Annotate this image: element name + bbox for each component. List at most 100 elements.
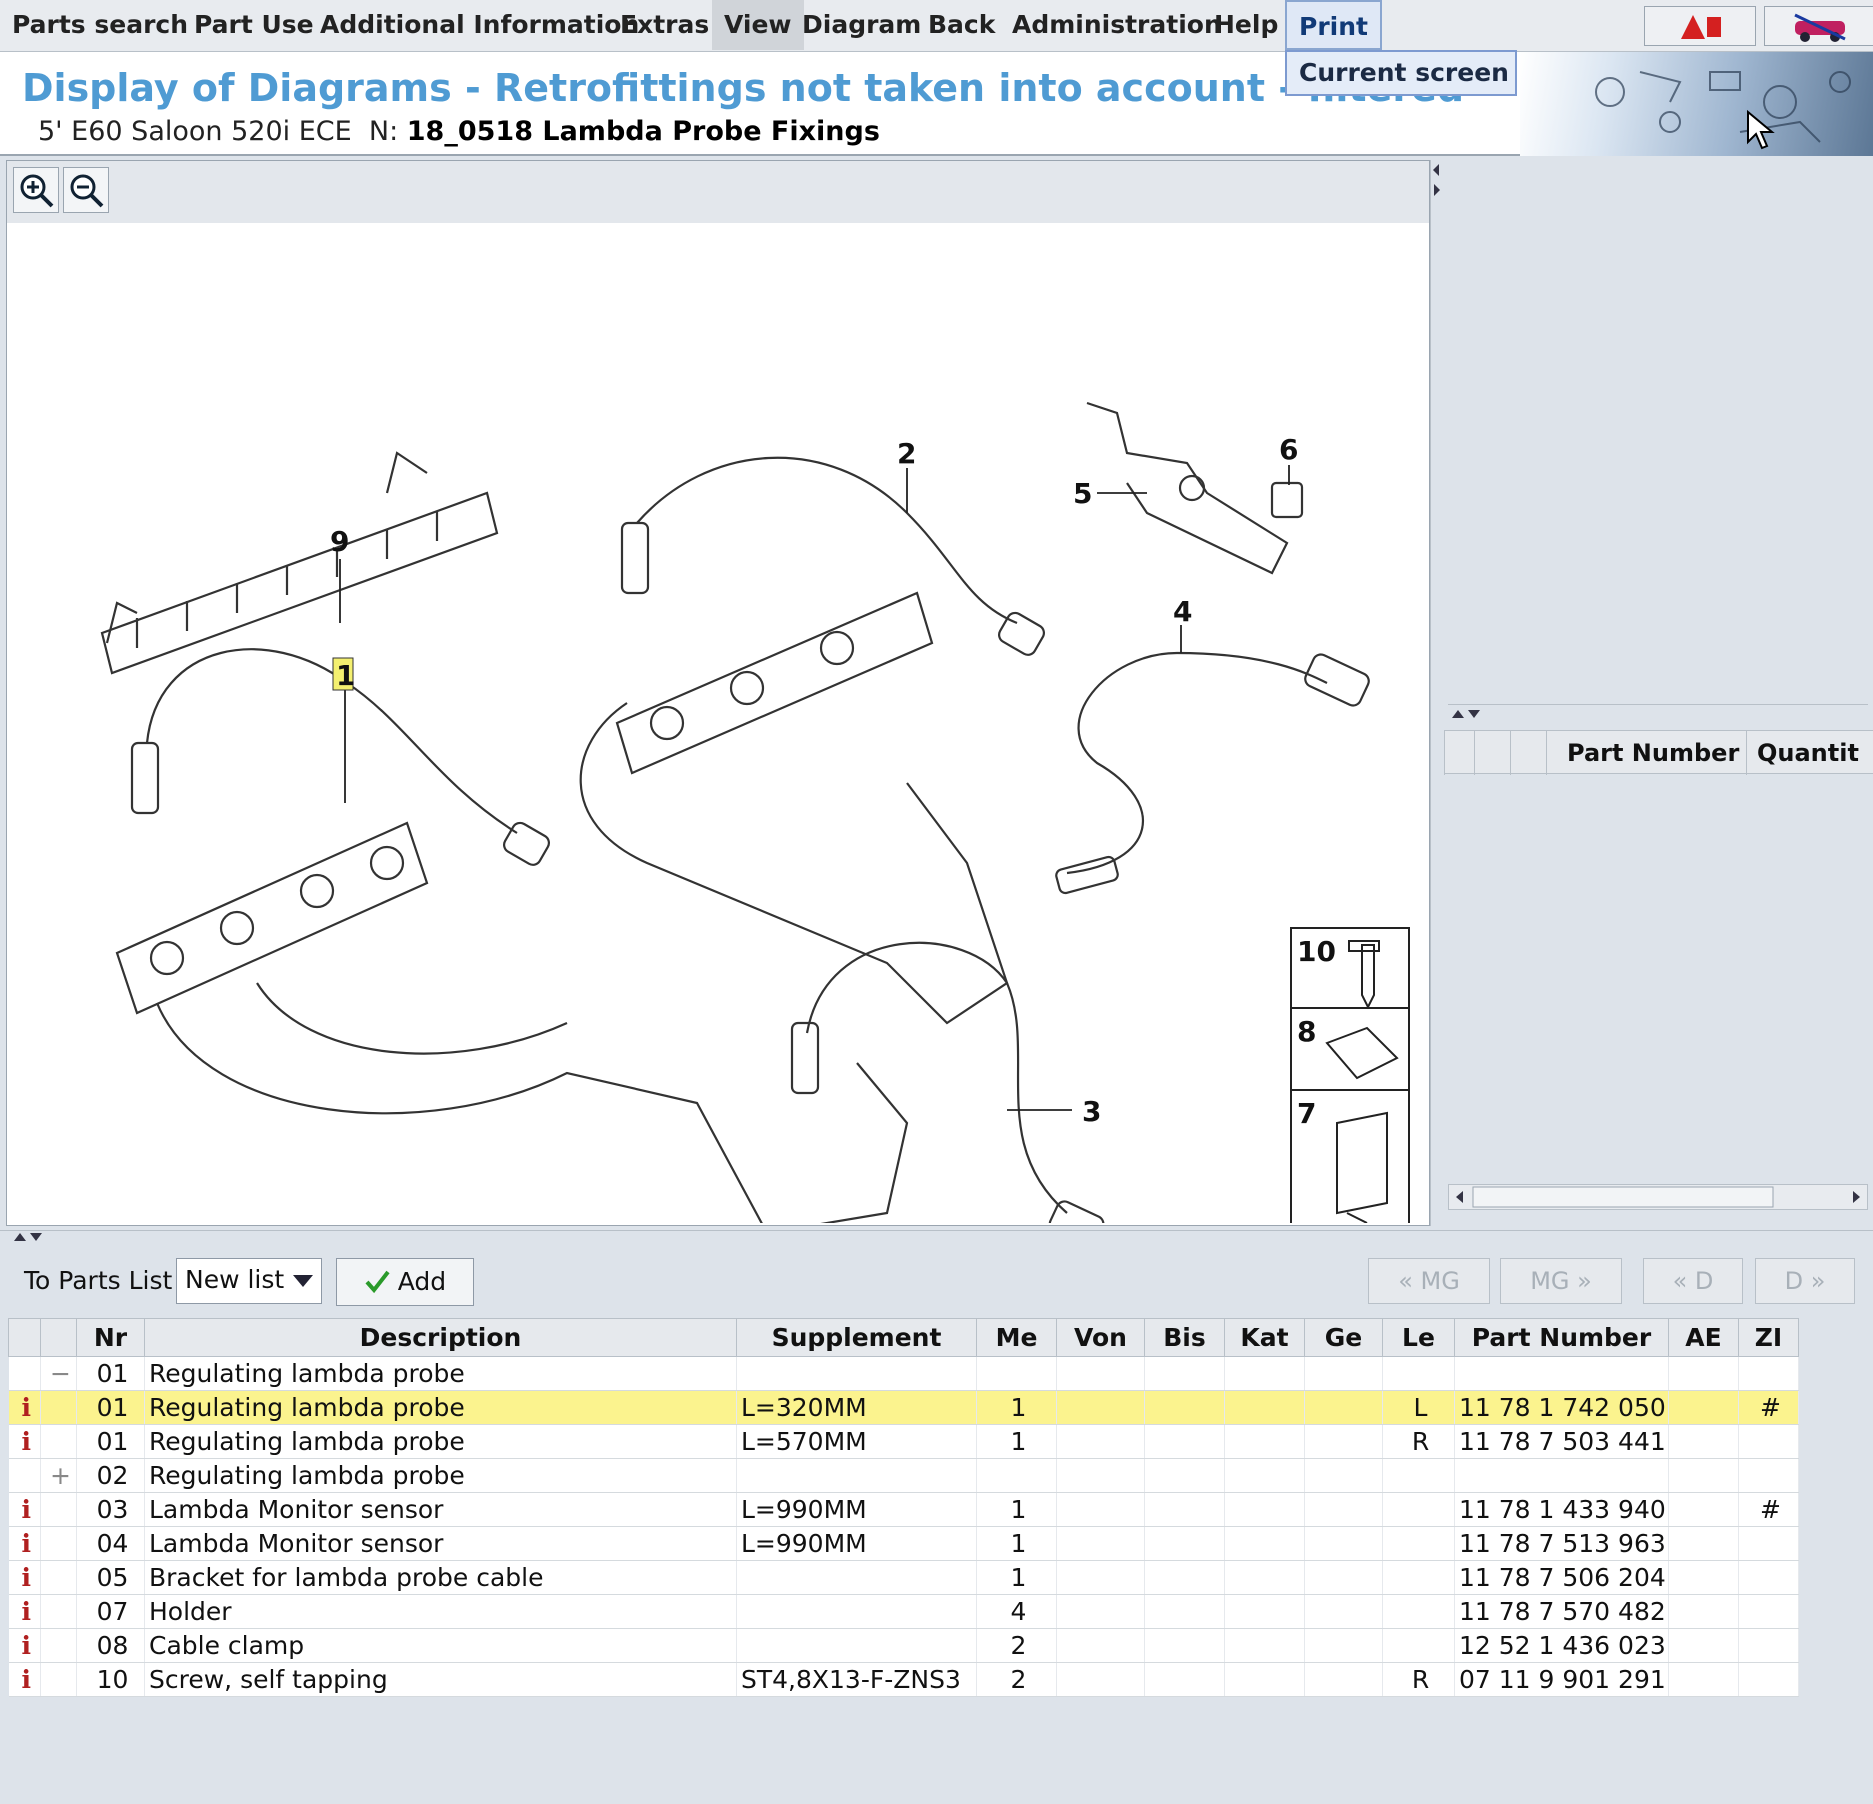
cell-me: 1	[976, 1492, 1057, 1527]
collapse-toggle[interactable]: −	[40, 1356, 77, 1391]
info-icon[interactable]: i	[8, 1560, 41, 1595]
table-row[interactable]: i 04 Lambda Monitor sensor L=990MM 1 11 …	[8, 1526, 1799, 1561]
col-me[interactable]: Me	[976, 1318, 1057, 1357]
info-icon[interactable]: i	[8, 1662, 41, 1697]
menu-part-use[interactable]: Part Use	[182, 0, 326, 50]
info-icon[interactable]: i	[8, 1424, 41, 1459]
info-icon[interactable]: i	[8, 1594, 41, 1629]
callout-5[interactable]: 5	[1073, 477, 1092, 510]
collapse-toggle[interactable]	[40, 1628, 77, 1663]
right-splitter[interactable]	[1448, 704, 1868, 718]
cell-zi	[1738, 1356, 1799, 1391]
callout-1[interactable]: 1	[336, 659, 355, 692]
right-col-blank-3[interactable]	[1510, 731, 1546, 775]
info-icon[interactable]: i	[8, 1628, 41, 1663]
collapse-toggle[interactable]	[40, 1594, 77, 1629]
zoom-in-button[interactable]	[13, 167, 59, 213]
table-row[interactable]: i 01 Regulating lambda probe L=570MM 1 R…	[8, 1424, 1799, 1459]
collapse-toggle[interactable]	[40, 1390, 77, 1425]
info-icon[interactable]	[8, 1356, 41, 1391]
cell-me	[976, 1356, 1057, 1391]
callout-9[interactable]: 9	[330, 525, 349, 558]
warning-flag-icon	[1681, 15, 1721, 39]
table-row[interactable]: + 02 Regulating lambda probe	[8, 1458, 1799, 1493]
menu-diagram[interactable]: Diagram	[790, 0, 933, 50]
vehicle-button[interactable]	[1764, 6, 1873, 46]
group-prefix: N:	[368, 116, 399, 147]
callout-3[interactable]: 3	[1082, 1095, 1101, 1128]
cell-me: 1	[976, 1424, 1057, 1459]
right-col-quantity[interactable]: Quantit	[1746, 731, 1873, 775]
menu-additional-information[interactable]: Additional Information	[308, 0, 651, 50]
parts-diagram[interactable]: 1 2 3 4 5 6 9 10 8 7 00126151	[7, 223, 1429, 1223]
right-col-blank-2[interactable]	[1474, 731, 1510, 775]
warning-flag-button[interactable]	[1644, 6, 1756, 46]
cell-bis	[1144, 1390, 1225, 1425]
car-icon	[1794, 13, 1846, 42]
add-button[interactable]: Add	[336, 1258, 474, 1306]
cell-zi	[1738, 1458, 1799, 1493]
table-row[interactable]: − 01 Regulating lambda probe	[8, 1356, 1799, 1391]
callout-2[interactable]: 2	[897, 437, 916, 470]
info-icon[interactable]: i	[8, 1526, 41, 1561]
right-col-blank-1[interactable]	[1444, 731, 1474, 775]
callout-6[interactable]: 6	[1279, 433, 1298, 466]
table-row[interactable]: i 10 Screw, self tapping ST4,8X13-F-ZNS3…	[8, 1662, 1799, 1697]
table-row[interactable]: i 07 Holder 4 11 78 7 570 482	[8, 1594, 1799, 1629]
prev-main-group-button[interactable]: « MG	[1368, 1258, 1490, 1304]
info-icon[interactable]	[8, 1458, 41, 1493]
zoom-in-icon	[20, 174, 54, 208]
col-supplement[interactable]: Supplement	[736, 1318, 977, 1357]
col-zi[interactable]: ZI	[1738, 1318, 1799, 1357]
expand-toggle[interactable]: +	[40, 1458, 77, 1493]
menu-parts-search[interactable]: Parts search	[0, 0, 200, 50]
cell-zi	[1738, 1424, 1799, 1459]
cell-part-number: 11 78 7 513 963	[1454, 1526, 1669, 1561]
menu-help[interactable]: Help	[1202, 0, 1290, 50]
info-icon[interactable]: i	[8, 1492, 41, 1527]
collapse-toggle[interactable]	[40, 1560, 77, 1595]
table-row[interactable]: i 01 Regulating lambda probe L=320MM 1 L…	[8, 1390, 1799, 1425]
col-part-number[interactable]: Part Number	[1454, 1318, 1669, 1357]
table-row[interactable]: i 05 Bracket for lambda probe cable 1 11…	[8, 1560, 1799, 1595]
col-nr[interactable]: Nr	[76, 1318, 145, 1357]
vertical-splitter[interactable]	[1430, 160, 1442, 1226]
cell-von	[1056, 1424, 1145, 1459]
cell-description: Regulating lambda probe	[144, 1390, 737, 1425]
menu-back[interactable]: Back	[916, 0, 1007, 50]
prev-diagram-button[interactable]: « D	[1643, 1258, 1743, 1304]
col-bis[interactable]: Bis	[1144, 1318, 1225, 1357]
menu-print[interactable]: Print	[1285, 0, 1382, 50]
cell-le	[1382, 1628, 1455, 1663]
next-diagram-button[interactable]: D »	[1755, 1258, 1855, 1304]
callout-8[interactable]: 8	[1297, 1015, 1316, 1048]
col-description[interactable]: Description	[144, 1318, 737, 1357]
col-ge[interactable]: Ge	[1304, 1318, 1383, 1357]
right-col-part-number[interactable]: Part Number	[1546, 731, 1746, 775]
table-row[interactable]: i 08 Cable clamp 2 12 52 1 436 023	[8, 1628, 1799, 1663]
collapse-toggle[interactable]	[40, 1492, 77, 1527]
col-le[interactable]: Le	[1382, 1318, 1455, 1357]
col-toggle[interactable]	[40, 1318, 77, 1357]
parts-list-select[interactable]: New list	[176, 1258, 322, 1304]
info-icon[interactable]: i	[8, 1390, 41, 1425]
horizontal-splitter[interactable]	[0, 1230, 1873, 1244]
col-ae[interactable]: AE	[1668, 1318, 1739, 1357]
collapse-toggle[interactable]	[40, 1662, 77, 1697]
callout-7[interactable]: 7	[1297, 1097, 1316, 1130]
next-main-group-button[interactable]: MG »	[1500, 1258, 1622, 1304]
col-von[interactable]: Von	[1056, 1318, 1145, 1357]
dropdown-item-current-screen[interactable]: Current screen	[1299, 58, 1509, 87]
cell-ge	[1304, 1526, 1383, 1561]
table-row[interactable]: i 03 Lambda Monitor sensor L=990MM 1 11 …	[8, 1492, 1799, 1527]
callout-4[interactable]: 4	[1173, 595, 1192, 628]
col-icon[interactable]	[8, 1318, 41, 1357]
menu-extras[interactable]: Extras	[608, 0, 721, 50]
menu-administration[interactable]: Administration	[1000, 0, 1234, 50]
collapse-toggle[interactable]	[40, 1424, 77, 1459]
right-horizontal-scrollbar[interactable]	[1448, 1184, 1868, 1210]
col-kat[interactable]: Kat	[1224, 1318, 1305, 1357]
callout-10[interactable]: 10	[1297, 935, 1336, 968]
zoom-out-button[interactable]	[63, 167, 109, 213]
collapse-toggle[interactable]	[40, 1526, 77, 1561]
